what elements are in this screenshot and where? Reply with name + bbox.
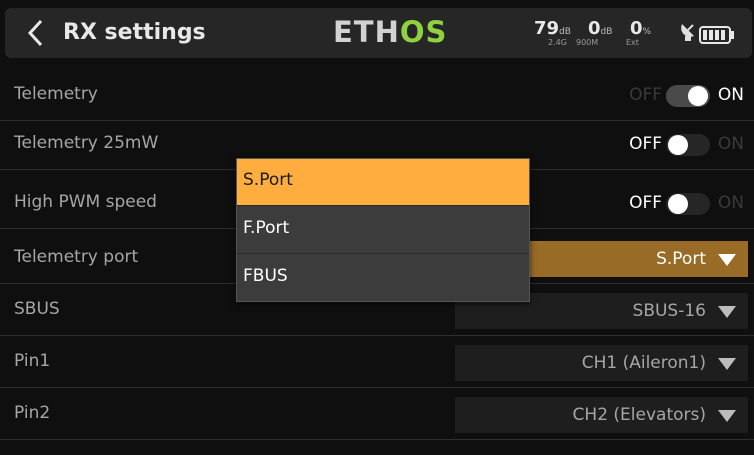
row-label: Pin1 <box>14 351 51 371</box>
dropdown-arrow-icon <box>718 410 736 422</box>
rssi-24-unit: dB <box>559 27 571 37</box>
dropdown-arrow-icon <box>718 358 736 370</box>
dropdown-arrow-icon <box>718 254 736 266</box>
select-value: SBUS-16 <box>632 301 706 321</box>
chevron-left-icon[interactable] <box>25 18 55 48</box>
option-label: F.Port <box>243 218 290 238</box>
brand-part1: ETH <box>333 15 400 49</box>
rssi-24-band: 2.4G <box>548 38 567 47</box>
toggle-off-label: OFF <box>629 193 662 213</box>
popup-option-sport[interactable]: S.Port <box>237 159 529 206</box>
telemetry-port-popup: S.Port F.Port FBUS <box>236 158 530 302</box>
popup-option-fport[interactable]: F.Port <box>237 207 529 254</box>
top-bar: RX settings ETHOS 79dB 2.4G 0dB 900M 0% … <box>5 8 752 58</box>
toggle-knob <box>668 135 688 155</box>
pin1-select[interactable]: CH1 (Aileron1) <box>455 345 748 381</box>
select-value: CH1 (Aileron1) <box>581 353 706 373</box>
high-pwm-toggle[interactable]: OFF ON <box>604 192 744 216</box>
row-label: Telemetry port <box>14 247 139 267</box>
rssi-900-value: 0 <box>588 18 601 39</box>
rssi-900-readout: 0dB <box>588 18 612 39</box>
toggle-track <box>666 85 710 107</box>
rssi-900-band: 900M <box>576 38 599 47</box>
toggle-on-label: ON <box>717 134 744 154</box>
option-label: FBUS <box>243 266 288 286</box>
battery-icon-svg <box>699 26 734 44</box>
rssi-900-unit: dB <box>600 27 613 37</box>
status-area: 79dB 2.4G 0dB 900M 0% Ext <box>534 14 744 54</box>
dropdown-arrow-icon <box>718 306 736 318</box>
row-label: High PWM speed <box>14 192 157 212</box>
ext-value: 0 <box>630 18 643 39</box>
row-pin1: Pin1 CH1 (Aileron1) <box>0 339 754 388</box>
toggle-track <box>666 134 710 156</box>
ext-readout: 0% <box>630 18 651 39</box>
row-label: Telemetry <box>14 84 98 104</box>
dish-icon-svg <box>681 24 694 41</box>
row-label: Pin2 <box>14 403 51 423</box>
brand-logo: ETHOS <box>333 15 447 49</box>
battery-icon <box>699 26 735 44</box>
option-label: S.Port <box>243 170 293 190</box>
toggle-off-label: OFF <box>629 85 662 105</box>
page-title: RX settings <box>63 20 206 45</box>
brand-part2: OS <box>399 15 448 49</box>
toggle-off-label: OFF <box>629 134 662 154</box>
pin2-select[interactable]: CH2 (Elevators) <box>455 397 748 433</box>
row-label: Telemetry 25mW <box>14 133 159 153</box>
toggle-on-label: ON <box>717 85 744 105</box>
select-value: CH2 (Elevators) <box>572 405 706 425</box>
ext-label: Ext <box>626 38 639 47</box>
rssi-24-readout: 79dB <box>534 18 571 39</box>
dish-antenna-icon <box>679 20 695 42</box>
row-telemetry: Telemetry OFF ON <box>0 72 754 121</box>
row-pin2: Pin2 CH2 (Elevators) <box>0 391 754 440</box>
popup-option-fbus[interactable]: FBUS <box>237 255 529 301</box>
toggle-track <box>666 193 710 215</box>
rssi-24-value: 79 <box>534 18 560 39</box>
row-label: SBUS <box>14 299 60 319</box>
toggle-on-label: ON <box>717 193 744 213</box>
back-icon-svg <box>27 19 43 47</box>
select-value: S.Port <box>656 249 706 269</box>
telemetry-25mw-toggle[interactable]: OFF ON <box>604 133 744 157</box>
toggle-knob <box>668 194 688 214</box>
toggle-knob <box>688 86 708 106</box>
ext-unit: % <box>642 27 652 37</box>
telemetry-toggle[interactable]: OFF ON <box>604 84 744 108</box>
